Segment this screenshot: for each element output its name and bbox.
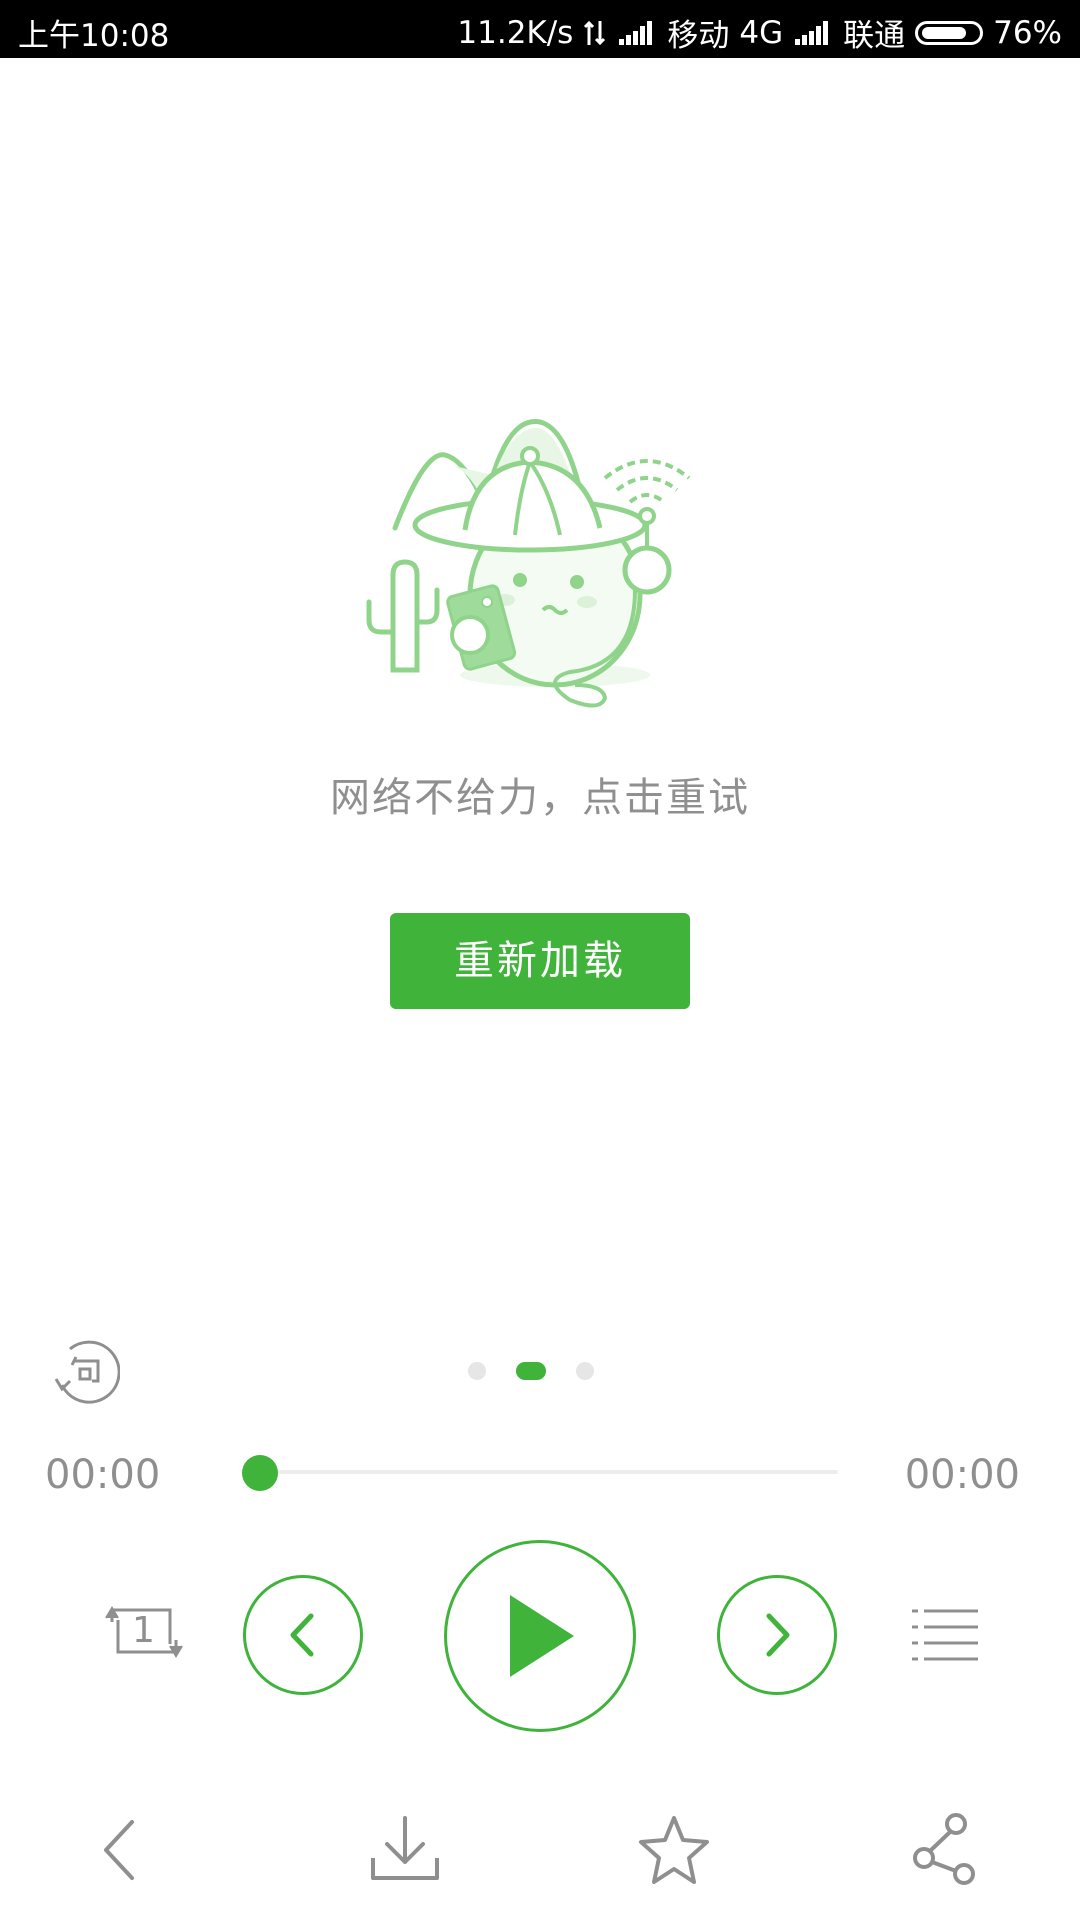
progress-track[interactable] — [260, 1470, 838, 1474]
play-icon — [510, 1595, 574, 1677]
page-indicator — [0, 1362, 1080, 1382]
data-transfer-icon — [584, 20, 606, 45]
page-dot-1[interactable] — [468, 1362, 486, 1380]
next-button[interactable] — [717, 1575, 837, 1695]
current-time: 00:00 — [45, 1452, 161, 1498]
total-time: 00:00 — [904, 1452, 1020, 1498]
reload-button[interactable]: 重新加载 — [390, 913, 690, 1009]
share-icon[interactable] — [908, 1812, 984, 1888]
play-button[interactable] — [444, 1540, 636, 1732]
previous-button[interactable] — [243, 1575, 363, 1695]
page-dot-2-active[interactable] — [516, 1362, 546, 1380]
progress-thumb[interactable] — [242, 1455, 278, 1491]
signal-icon-2 — [793, 19, 833, 47]
page-dot-3[interactable] — [576, 1362, 594, 1380]
battery-icon — [915, 20, 984, 45]
previous-icon — [290, 1613, 314, 1657]
network-error-message[interactable]: 网络不给力，点击重试 — [0, 765, 1080, 823]
status-bar: 上午10:08 11.2K/s 移动 4G 联通 76% — [0, 0, 1080, 58]
battery-level: 76% — [993, 14, 1062, 51]
network-type: 4G — [739, 14, 784, 51]
back-icon[interactable] — [82, 1812, 158, 1888]
repeat-one-button[interactable]: 1 — [98, 1600, 194, 1666]
network-error-illustration — [366, 419, 691, 708]
signal-icon — [617, 19, 657, 47]
star-icon[interactable] — [636, 1812, 712, 1888]
playlist-button[interactable] — [910, 1600, 980, 1670]
playlist-icon — [912, 1609, 978, 1661]
carrier-1: 移动 — [667, 18, 730, 54]
repeat-one-number: 1 — [132, 1610, 155, 1651]
status-time: 上午10:08 — [18, 18, 170, 54]
download-icon[interactable] — [367, 1812, 443, 1888]
status-right: 11.2K/s 移动 4G 联通 76% — [457, 10, 1062, 55]
network-speed: 11.2K/s — [457, 14, 574, 51]
next-icon — [766, 1613, 790, 1657]
carrier-2: 联通 — [843, 18, 906, 54]
